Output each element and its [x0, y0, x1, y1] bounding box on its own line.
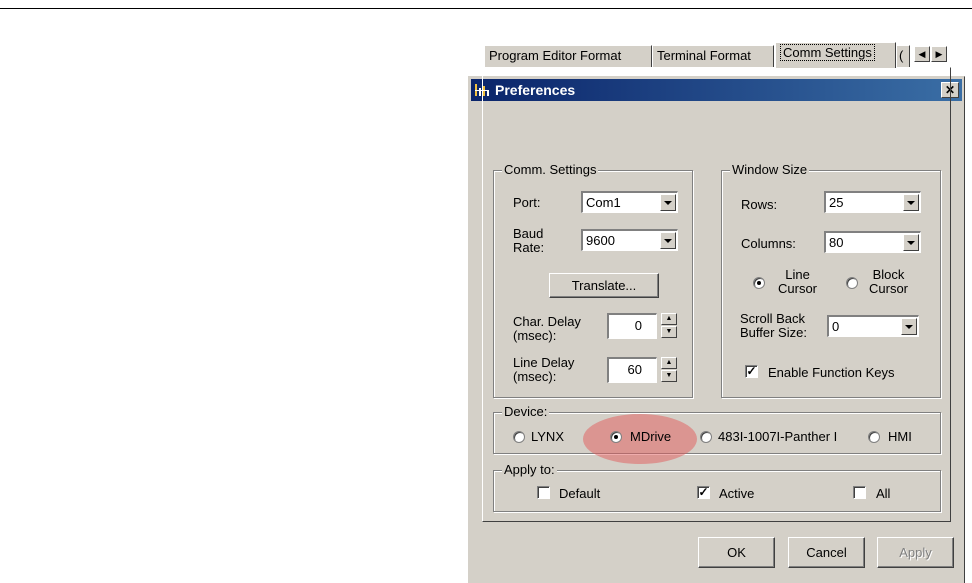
device-label-lynx: LYNX [531, 429, 564, 444]
arrow-left-icon: ◀ [918, 49, 926, 59]
port-value: Com1 [586, 195, 621, 210]
device-label-hmi: HMI [888, 429, 912, 444]
tab-scroll-right-button[interactable]: ▶ [931, 46, 947, 62]
spin-up-icon[interactable]: ▲ [661, 357, 677, 369]
group-title: Window Size [730, 162, 810, 177]
group-title: Comm. Settings [502, 162, 599, 177]
rows-select[interactable]: 25 [824, 191, 921, 213]
rows-label: Rows: [741, 197, 778, 212]
port-select[interactable]: Com1 [581, 191, 678, 213]
tab-program-editor-format[interactable]: Program Editor Format [484, 45, 652, 67]
enable-function-keys-label: Enable Function Keys [768, 365, 895, 380]
chevron-down-icon[interactable] [901, 318, 917, 335]
char-delay-label: Char. Delay (msec): [513, 314, 581, 343]
page-top-rule [0, 8, 972, 9]
ok-button[interactable]: OK [698, 537, 775, 568]
tab-comm-settings[interactable]: Comm Settings [775, 42, 896, 68]
device-label-mdrive: MDrive [630, 429, 672, 444]
chevron-down-icon[interactable] [903, 234, 919, 251]
tab-label: ( [899, 48, 904, 63]
apply-all-label: All [876, 486, 891, 501]
device-radio-lynx[interactable] [513, 431, 525, 443]
apply-default-label: Default [559, 486, 601, 501]
device-label-panther: 483I-1007I-Panther I [718, 429, 838, 444]
tab-label: Terminal Format [657, 48, 751, 63]
enable-function-keys-checkbox[interactable]: ✓ [745, 365, 758, 378]
columns-label: Columns: [741, 236, 796, 251]
tab-label: Comm Settings [780, 44, 875, 61]
apply-active-checkbox[interactable]: ✓ [697, 486, 710, 499]
chevron-down-icon[interactable] [660, 194, 676, 211]
translate-button[interactable]: Translate... [549, 273, 659, 298]
baud-rate-label: Baud Rate: [513, 226, 545, 255]
baud-rate-select[interactable]: 9600 [581, 229, 678, 251]
char-delay-value[interactable]: 0 [607, 313, 657, 339]
tab-partial[interactable]: ( [896, 45, 910, 67]
char-delay-spinner[interactable]: 0 ▲ ▼ [607, 313, 679, 339]
arrow-right-icon: ▶ [935, 49, 943, 59]
chevron-down-icon[interactable] [903, 194, 919, 211]
group-title: Device: [502, 404, 550, 419]
port-label: Port: [513, 195, 541, 210]
tab-label: Program Editor Format [489, 48, 622, 63]
columns-value: 80 [829, 235, 844, 250]
line-cursor-label: Line Cursor [778, 267, 818, 296]
cancel-button[interactable]: Cancel [788, 537, 865, 568]
rows-value: 25 [829, 195, 844, 210]
line-delay-spinner[interactable]: 60 ▲ ▼ [607, 357, 679, 383]
scroll-back-label: Scroll Back Buffer Size: [740, 311, 807, 340]
line-delay-value[interactable]: 60 [607, 357, 657, 383]
device-radio-mdrive[interactable] [610, 431, 622, 443]
spin-down-icon[interactable]: ▼ [661, 370, 677, 382]
spin-down-icon[interactable]: ▼ [661, 326, 677, 338]
columns-select[interactable]: 80 [824, 231, 921, 253]
scroll-back-select[interactable]: 0 [827, 315, 919, 337]
apply-active-label: Active [719, 486, 755, 501]
spin-up-icon[interactable]: ▲ [661, 313, 677, 325]
line-delay-label: Line Delay (msec): [513, 355, 575, 384]
apply-default-checkbox[interactable] [537, 486, 550, 499]
device-radio-panther[interactable] [700, 431, 712, 443]
line-cursor-radio[interactable] [753, 277, 765, 289]
tab-terminal-format[interactable]: Terminal Format [652, 45, 774, 67]
block-cursor-radio[interactable] [846, 277, 858, 289]
chevron-down-icon[interactable] [660, 232, 676, 249]
device-radio-hmi[interactable] [868, 431, 880, 443]
apply-all-checkbox[interactable] [853, 486, 866, 499]
block-cursor-label: Block Cursor [869, 267, 909, 296]
group-title: Apply to: [502, 462, 557, 477]
baud-rate-value: 9600 [586, 233, 615, 248]
apply-button[interactable]: Apply [877, 537, 954, 568]
tab-scroll-left-button[interactable]: ◀ [914, 46, 930, 62]
scroll-back-value: 0 [832, 319, 840, 334]
